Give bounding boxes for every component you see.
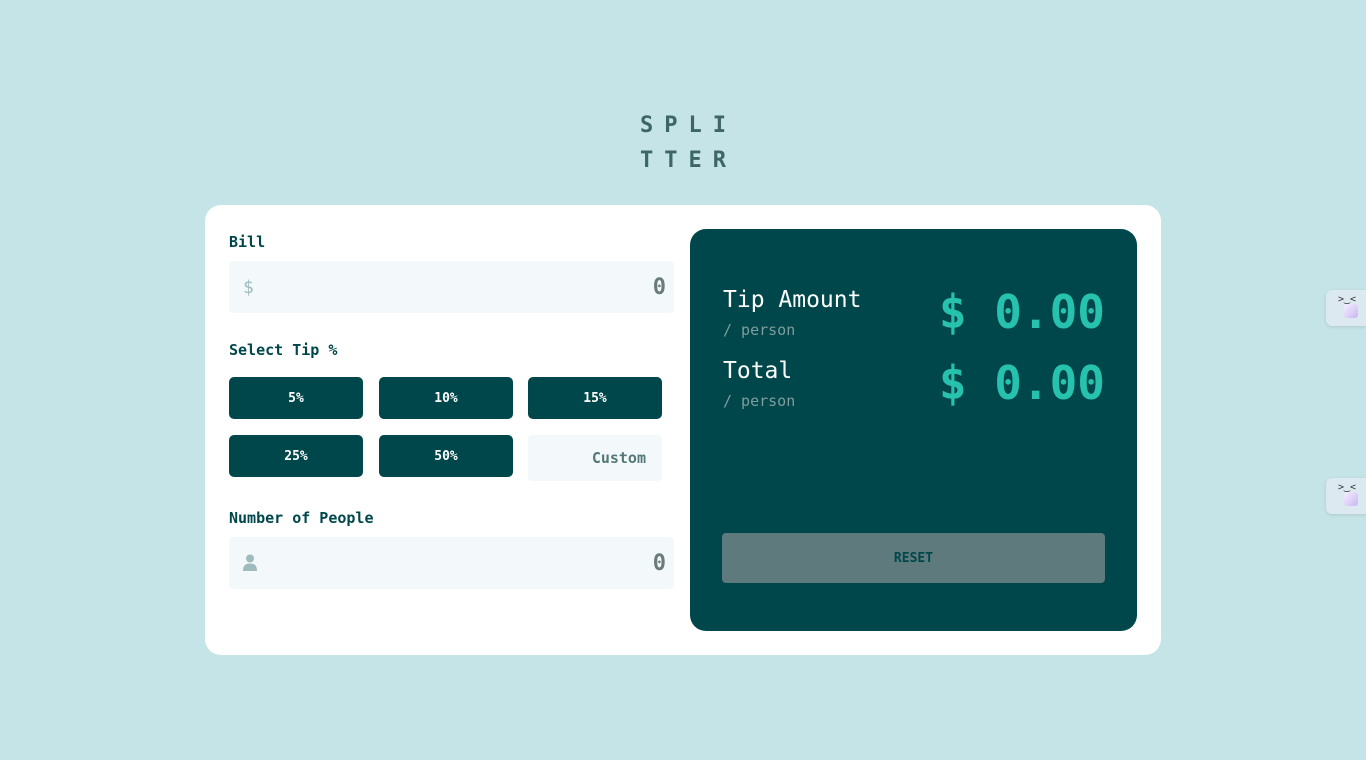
reset-button[interactable]: RESET bbox=[722, 533, 1105, 583]
tip-15-button[interactable]: 15% bbox=[528, 377, 662, 419]
people-field[interactable] bbox=[229, 537, 674, 589]
custom-tip-input[interactable] bbox=[528, 435, 662, 481]
calculator-card: Bill $ Select Tip % 5% 10% 15% 25% 50% N… bbox=[205, 205, 1161, 655]
bill-label: Bill bbox=[229, 233, 266, 251]
app-logo: SPLITTER bbox=[640, 113, 737, 173]
total-label: Total bbox=[723, 358, 793, 384]
tip-label: Select Tip % bbox=[229, 341, 338, 359]
extension-square-icon bbox=[1344, 304, 1358, 318]
bill-field[interactable]: $ bbox=[229, 261, 674, 313]
dollar-icon: $ bbox=[243, 277, 254, 298]
tip-amount-value: $ 0.00 bbox=[938, 285, 1105, 339]
total-value: $ 0.00 bbox=[938, 356, 1105, 410]
person-icon bbox=[243, 554, 257, 577]
total-per-person: / person bbox=[723, 392, 796, 410]
tip-10-button[interactable]: 10% bbox=[379, 377, 513, 419]
tip-50-button[interactable]: 50% bbox=[379, 435, 513, 477]
tip-amount-per-person: / person bbox=[723, 321, 796, 339]
bill-input[interactable] bbox=[286, 271, 666, 303]
tip-5-button[interactable]: 5% bbox=[229, 377, 363, 419]
tip-25-button[interactable]: 25% bbox=[229, 435, 363, 477]
extension-square-icon bbox=[1344, 492, 1358, 506]
people-label: Number of People bbox=[229, 509, 374, 527]
results-panel: Tip Amount / person $ 0.00 Total / perso… bbox=[690, 229, 1137, 631]
people-input[interactable] bbox=[286, 547, 666, 579]
browser-extension-widget[interactable]: >‿< bbox=[1326, 478, 1366, 514]
tip-amount-label: Tip Amount bbox=[723, 287, 862, 313]
browser-extension-widget[interactable]: >‿< bbox=[1326, 290, 1366, 326]
